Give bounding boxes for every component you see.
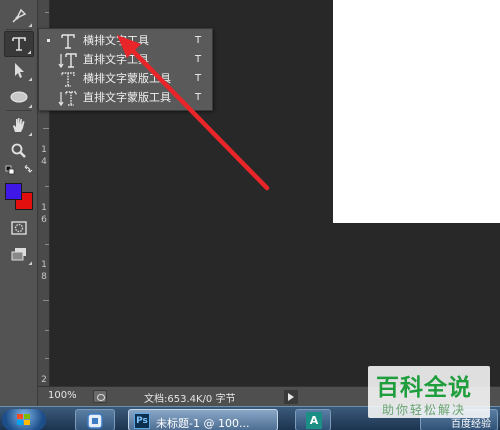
tool-group-indicator <box>28 104 32 108</box>
tool-separator <box>6 29 32 30</box>
taskbar-window-title: 未标题-1 @ 100... <box>156 417 250 430</box>
ruler-tick <box>45 358 49 359</box>
default-colors-icon <box>5 164 33 175</box>
screen-mode-icon <box>11 248 26 261</box>
tool-group-indicator <box>28 132 32 136</box>
pen-icon <box>12 8 27 23</box>
ruler-tick <box>45 186 49 187</box>
zoom-tool-button[interactable] <box>4 138 34 164</box>
vertical-type-mask-icon <box>58 91 77 107</box>
taskbar-app-button-a[interactable]: A <box>295 409 331 430</box>
menu-item-horizontal-type-mask-tool[interactable]: 横排文字蒙版工具 T <box>39 70 212 89</box>
tool-group-indicator <box>28 77 32 81</box>
app-icon <box>87 413 103 429</box>
tools-panel <box>0 0 38 406</box>
ellipse-icon <box>10 91 28 103</box>
foreground-color-swatch[interactable] <box>5 183 22 200</box>
photoshop-icon: Ps <box>134 413 150 429</box>
ruler-number: 1 <box>41 203 47 213</box>
path-selection-icon <box>15 63 24 78</box>
taskbar-photoshop-button[interactable]: Ps 未标题-1 @ 100... <box>128 409 278 430</box>
tool-group-indicator <box>28 23 32 27</box>
photoshop-window: 1 2 1 4 1 6 1 8 2 横排文字工具 T <box>0 0 500 430</box>
watermark-subtitle: 助你轻松解决 <box>382 403 467 417</box>
watermark-title: 百科全说 <box>376 375 472 401</box>
ruler-tick <box>43 128 49 129</box>
menu-item-shortcut: T <box>195 73 202 84</box>
menu-item-shortcut: T <box>195 35 202 46</box>
path-selection-tool-button[interactable] <box>4 57 34 83</box>
menu-item-label: 横排文字工具 <box>83 34 149 47</box>
tool-separator <box>6 110 32 111</box>
menu-item-horizontal-type-tool[interactable]: 横排文字工具 T <box>39 32 212 51</box>
document-info: 文档:653.4K/0 字节 <box>144 394 236 405</box>
ruler-tick <box>45 330 49 331</box>
horizontal-type-mask-icon <box>61 72 75 87</box>
type-tool-button[interactable] <box>4 31 34 57</box>
menu-item-label: 直排文字蒙版工具 <box>83 91 171 104</box>
watermark-logo: 百科全说 助你轻松解决 <box>368 366 490 418</box>
ruler-number: 6 <box>41 215 47 225</box>
ruler-tick <box>45 12 49 13</box>
zoom-icon <box>11 143 26 158</box>
menu-item-label: 横排文字蒙版工具 <box>83 72 171 85</box>
vertical-type-icon <box>58 53 77 69</box>
ruler-number: 8 <box>41 272 47 282</box>
ellipse-tool-button[interactable] <box>4 84 34 110</box>
menu-item-shortcut: T <box>195 92 202 103</box>
menu-item-shortcut: T <box>195 54 202 65</box>
tool-group-indicator <box>28 261 32 265</box>
pen-tool-button[interactable] <box>4 3 34 29</box>
ruler-number: 1 <box>41 260 47 270</box>
type-tool-icon <box>12 37 26 51</box>
app-a-icon: A <box>306 412 322 429</box>
tool-group-indicator <box>27 50 31 54</box>
windows-logo-icon <box>17 414 31 426</box>
zoom-level[interactable]: 100% <box>48 390 77 401</box>
swatch-controls[interactable] <box>4 163 34 177</box>
zoom-options-icon[interactable] <box>93 390 107 403</box>
start-button[interactable] <box>2 409 46 430</box>
hand-icon <box>13 118 25 132</box>
ruler-tick <box>45 244 49 245</box>
ruler-number: 1 <box>41 145 47 155</box>
document-canvas[interactable] <box>333 0 500 223</box>
quick-mask-icon <box>11 221 27 235</box>
menu-item-vertical-type-mask-tool[interactable]: 直排文字蒙版工具 T <box>39 89 212 108</box>
ruler-number: 2 <box>41 375 47 385</box>
type-tool-flyout-menu: 横排文字工具 T 直排文字工具 T 横排文字蒙版工具 T 直排文字蒙版工具 T <box>38 28 213 111</box>
menu-item-vertical-type-tool[interactable]: 直排文字工具 T <box>39 51 212 70</box>
status-menu-arrow-icon[interactable] <box>284 390 298 404</box>
taskbar-app-button[interactable] <box>75 409 115 430</box>
horizontal-type-icon <box>61 34 75 49</box>
menu-item-label: 直排文字工具 <box>83 53 149 66</box>
ruler-number: 4 <box>41 157 47 167</box>
screen-mode-button[interactable] <box>4 241 34 267</box>
quick-mask-button[interactable] <box>4 215 34 241</box>
selected-bullet <box>47 39 50 42</box>
hand-tool-button[interactable] <box>4 112 34 138</box>
ruler-tick <box>43 300 49 301</box>
